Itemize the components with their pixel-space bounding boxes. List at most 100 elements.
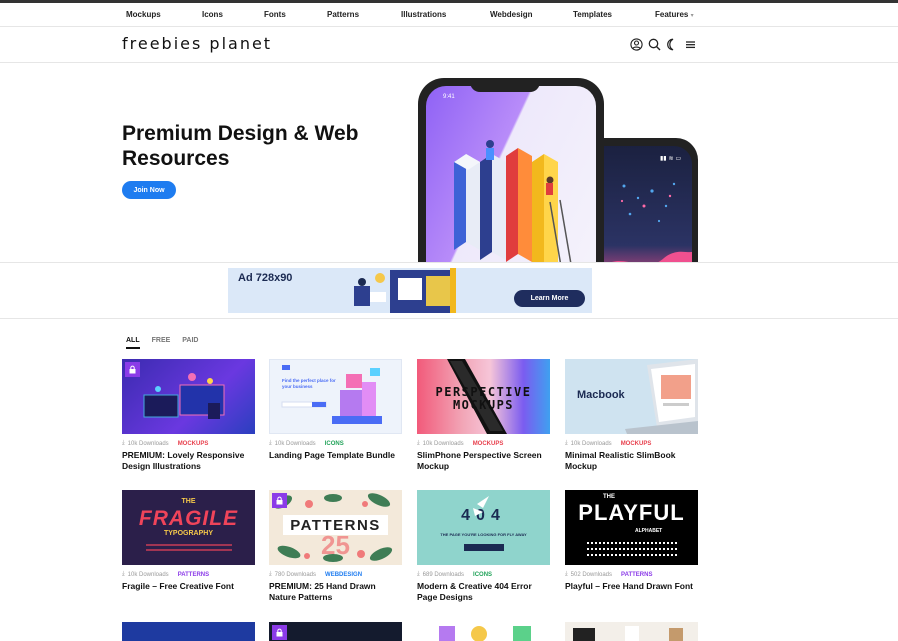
nav-item-patterns[interactable]: Patterns — [327, 10, 359, 19]
site-header: freebies planet — [0, 27, 898, 63]
tab-free[interactable]: FREE — [152, 337, 171, 349]
ad-section: Ad 728x90 Learn More — [0, 263, 898, 319]
card-downloads: 689 Downloads — [422, 571, 465, 578]
card-title[interactable]: Landing Page Template Bundle — [269, 450, 402, 461]
card-thumbnail-text: Find the perfect place for your business — [282, 378, 336, 389]
nav-item-icons[interactable]: Icons — [202, 10, 223, 19]
download-icon: ⤓ — [565, 440, 568, 446]
card-category[interactable]: PATTERNS — [178, 572, 209, 578]
download-icon: ⤓ — [269, 440, 272, 446]
card-category[interactable]: WEBDESIGN — [325, 572, 362, 578]
resource-card[interactable]: THE FRAGILE TYPOGRAPHY ⤓ 10k Downloads PAT… — [122, 490, 255, 592]
card-category[interactable]: MOCKUPS — [473, 441, 504, 447]
card-thumbnail-image[interactable]: Macbook — [565, 359, 698, 434]
resource-card[interactable] — [122, 622, 255, 641]
card-thumbnail-text: PLAYFUL — [578, 500, 685, 525]
nav-item-templates[interactable]: Templates — [573, 10, 612, 19]
card-thumbnail-image[interactable] — [122, 622, 255, 641]
card-downloads: 10k Downloads — [274, 440, 316, 447]
card-category[interactable]: MOCKUPS — [621, 441, 652, 447]
card-thumbnail-image[interactable] — [417, 622, 550, 641]
lock-icon — [272, 625, 287, 640]
resource-card[interactable]: PERSPECTIVE MOCKUPS ⤓ 10k Downloads MOCKUP… — [417, 359, 550, 472]
nav-item-illustrations[interactable]: Illustrations — [401, 10, 446, 19]
resource-card[interactable]: THE PLAYFUL ALPHABET ⤓ 502 Downloads PATTE… — [565, 490, 698, 592]
resource-card[interactable] — [417, 622, 550, 641]
hero-phone-back-image: ▮▮ ≋ ▭ — [604, 138, 698, 262]
card-downloads: 10k Downloads — [570, 440, 612, 447]
card-downloads: 10k Downloads — [127, 440, 169, 447]
card-title[interactable]: PREMIUM: Lovely Responsive Design Illust… — [122, 450, 255, 472]
card-thumbnail-image[interactable]: THE FRAGILE TYPOGRAPHY — [122, 490, 255, 565]
card-thumbnail-image[interactable]: THE PLAYFUL ALPHABET — [565, 490, 698, 565]
card-thumbnail-image[interactable] — [122, 359, 255, 434]
card-thumbnail-text-small: THE — [181, 498, 196, 505]
card-thumbnail-image[interactable]: Find the perfect place for your business — [269, 359, 402, 434]
card-thumbnail-image[interactable] — [565, 622, 698, 641]
download-icon: ⤓ — [122, 571, 125, 577]
download-icon: ⤓ — [417, 571, 420, 577]
card-downloads: 10k Downloads — [422, 440, 464, 447]
card-thumbnail-number: 25 — [321, 530, 350, 560]
chevron-down-icon: ▾ — [690, 13, 694, 19]
resource-card[interactable] — [565, 622, 698, 641]
hero-title: Premium Design & Web Resources — [122, 122, 359, 170]
resource-card[interactable]: Find the perfect place for your business… — [269, 359, 402, 461]
card-title[interactable]: Fragile – Free Creative Font — [122, 581, 255, 592]
card-thumbnail-subtext: THE PAGE YOU'RE LOOKING FOR FLY AWAY — [440, 532, 527, 537]
resource-card[interactable] — [269, 622, 402, 641]
download-icon: ⤓ — [417, 440, 420, 446]
nav-item-webdesign[interactable]: Webdesign — [490, 10, 533, 19]
filter-tabs: ALL FREE PAID — [126, 337, 199, 349]
card-category[interactable]: ICONS — [325, 441, 344, 447]
resource-card[interactable]: ⤓ 10k Downloads MOCKUPS PREMIUM: Lovely Re… — [122, 359, 255, 472]
card-downloads: 502 Downloads — [570, 571, 613, 578]
card-title[interactable]: Modern & Creative 404 Error Page Designs — [417, 581, 550, 603]
tab-all[interactable]: ALL — [126, 337, 140, 349]
nav-item-mockups[interactable]: Mockups — [126, 10, 161, 19]
ad-banner[interactable]: Ad 728x90 Learn More — [228, 268, 592, 313]
menu-icon[interactable] — [683, 38, 697, 51]
learn-more-button[interactable]: Learn More — [514, 290, 585, 307]
card-thumbnail-text: PERSPECTIVE MOCKUPS — [435, 385, 532, 412]
resource-card[interactable]: 25 PATTERNS ⤓ 780 Downloads WEBDESIGN PREM… — [269, 490, 402, 603]
card-thumbnail-text: FRAGILE — [138, 507, 239, 530]
card-downloads: 780 Downloads — [274, 571, 317, 578]
resource-card[interactable]: Macbook ⤓ 10k Downloads MOCKUPS Minimal Re… — [565, 359, 698, 472]
svg-text:▮▮ ≋ ▭: ▮▮ ≋ ▭ — [660, 155, 681, 162]
lock-icon — [272, 493, 287, 508]
ad-label: Ad 728x90 — [238, 272, 293, 284]
card-thumbnail-text: Macbook — [577, 389, 625, 401]
card-category[interactable]: PATTERNS — [621, 572, 652, 578]
card-thumbnail-image[interactable]: PERSPECTIVE MOCKUPS — [417, 359, 550, 434]
nav-item-fonts[interactable]: Fonts — [264, 10, 286, 19]
hero-phone-front-image: 9:41 — [418, 78, 604, 262]
card-thumbnail-image[interactable]: 25 PATTERNS — [269, 490, 402, 565]
nav-item-features[interactable]: Features ▾ — [655, 10, 694, 19]
card-thumbnail-text: PATTERNS — [290, 517, 381, 534]
resource-card[interactable]: 404 THE PAGE YOU'RE LOOKING FOR FLY AWAY… — [417, 490, 550, 603]
join-now-button[interactable]: Join Now — [122, 181, 176, 199]
site-logo[interactable]: freebies planet — [122, 34, 272, 53]
search-icon[interactable] — [648, 38, 661, 51]
lock-icon — [125, 362, 140, 377]
download-icon: ⤓ — [565, 571, 568, 577]
card-title[interactable]: PREMIUM: 25 Hand Drawn Nature Patterns — [269, 581, 402, 603]
card-title[interactable]: Minimal Realistic SlimBook Mockup — [565, 450, 698, 472]
card-thumbnail-subtext: TYPOGRAPHY — [163, 530, 213, 537]
card-category[interactable]: ICONS — [473, 572, 492, 578]
card-downloads: 10k Downloads — [127, 571, 169, 578]
card-title[interactable]: Playful – Free Hand Drawn Font — [565, 581, 698, 592]
user-icon[interactable] — [630, 38, 643, 51]
hero-section: Premium Design & Web Resources Join Now … — [0, 63, 898, 263]
dark-mode-icon[interactable] — [666, 38, 678, 51]
download-icon: ⤓ — [122, 440, 125, 446]
card-thumbnail-image[interactable]: 404 THE PAGE YOU'RE LOOKING FOR FLY AWAY — [417, 490, 550, 565]
card-title[interactable]: SlimPhone Perspective Screen Mockup — [417, 450, 550, 472]
tab-paid[interactable]: PAID — [182, 337, 198, 349]
card-thumbnail-image[interactable] — [269, 622, 402, 641]
nav-item-features-label: Features — [655, 10, 689, 19]
card-thumbnail-subtext: ALPHABET — [635, 528, 663, 534]
card-category[interactable]: MOCKUPS — [178, 441, 209, 447]
ad-illustration-image — [354, 268, 456, 313]
